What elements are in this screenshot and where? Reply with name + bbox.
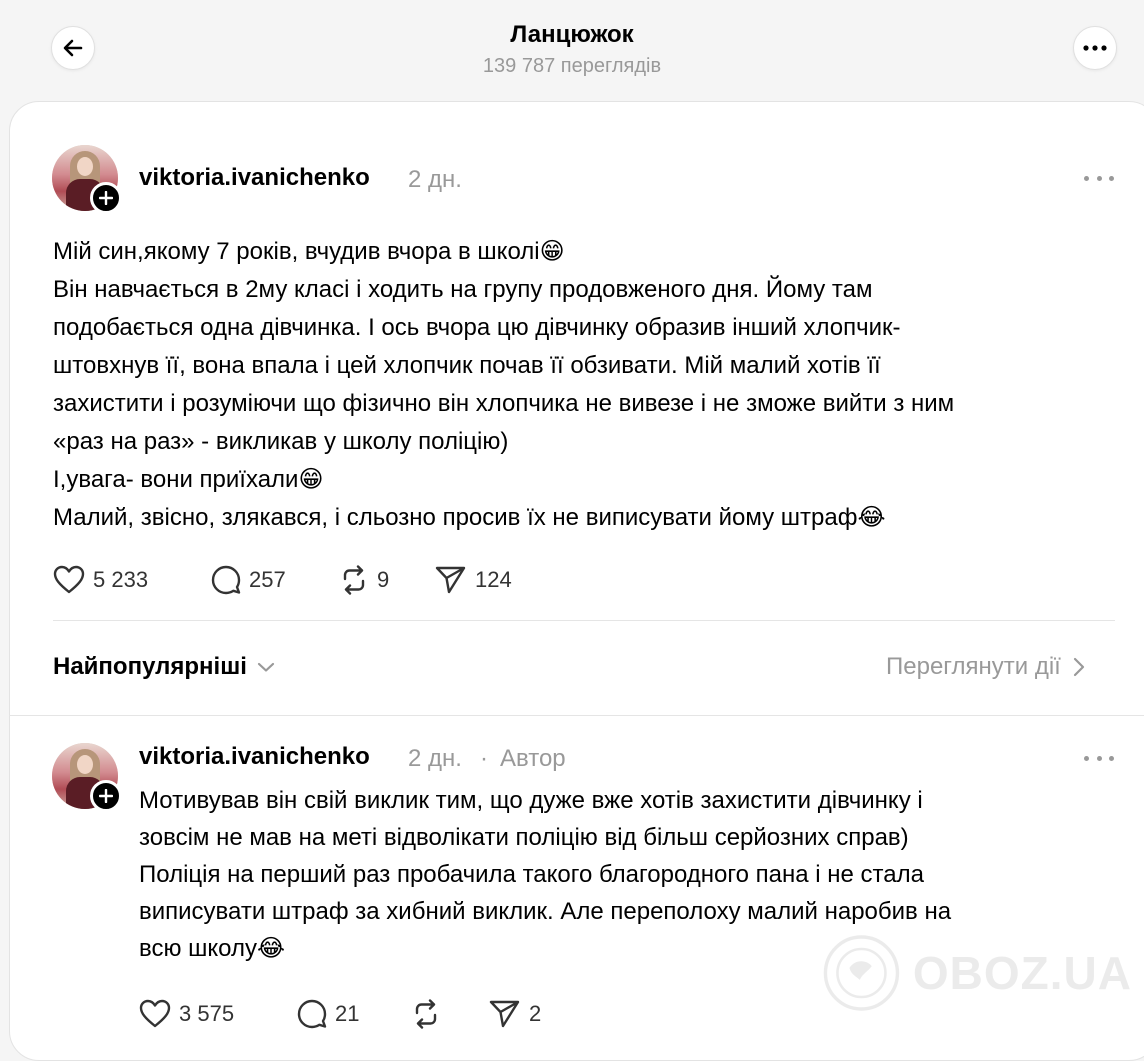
like-count: 5 233 <box>93 567 149 592</box>
repost-button[interactable]: 9 <box>339 563 389 597</box>
repost-count: 9 <box>377 567 390 592</box>
send-paper-plane-icon <box>435 566 466 594</box>
reply-comment-count: 21 <box>335 1001 360 1026</box>
post-line: Він навчається в 2му класі і ходить на г… <box>53 276 873 303</box>
reply-separator: · <box>480 745 488 772</box>
reply-share-button[interactable]: 2 <box>489 997 541 1031</box>
chevron-right-icon <box>1073 657 1084 677</box>
post-line: штовхнув її, вона впала і цей хлопчик по… <box>53 352 881 379</box>
reply-share-count: 2 <box>529 1001 542 1026</box>
reply-time: 2 дн. <box>408 745 462 772</box>
more-options-button[interactable] <box>1073 26 1117 70</box>
post-line: захистити і розуміючи що фізично він хло… <box>53 390 955 417</box>
reply-like-count: 3 575 <box>179 1001 235 1026</box>
top-bar: Ланцюжок 139 787 переглядів <box>0 0 1144 100</box>
reply-follow-plus-button[interactable] <box>90 780 122 812</box>
page-title: Ланцюжок <box>510 21 634 48</box>
reply-username[interactable]: viktoria.ivanichenko <box>139 743 370 771</box>
post-line: І,увага- вони приїхали😁 <box>53 466 324 493</box>
post-username[interactable]: viktoria.ivanichenko <box>139 164 370 192</box>
view-activity-label: Переглянути дії <box>886 653 1061 680</box>
post-line: Малий, звісно, злякався, і сльозно проси… <box>53 504 886 531</box>
like-button[interactable]: 5 233 <box>53 563 148 597</box>
post-actions: 5 233 257 9 124 <box>53 563 553 597</box>
follow-plus-button[interactable] <box>90 182 122 214</box>
reply-line: зовсім не мав на меті відволікати поліці… <box>139 824 909 851</box>
post-body: Мій син,якому 7 років, вчудив вчора в шк… <box>53 233 954 537</box>
divider <box>9 715 1144 716</box>
comment-bubble-icon <box>211 565 241 595</box>
plus-icon <box>99 191 113 205</box>
plus-icon <box>99 789 113 803</box>
post-line: «раз на раз» - викликав у школу поліцію) <box>53 428 509 455</box>
share-count: 124 <box>475 567 512 592</box>
comment-bubble-icon <box>297 999 327 1029</box>
post-time: 2 дн. <box>408 166 462 193</box>
author-tag: Автор <box>500 745 566 772</box>
reply-like-button[interactable]: 3 575 <box>139 997 234 1031</box>
repost-arrows-icon <box>343 565 365 595</box>
repost-arrows-icon <box>415 999 437 1029</box>
send-paper-plane-icon <box>489 1000 520 1028</box>
reply-line: Мотивував він свій виклик тим, що дуже в… <box>139 787 923 814</box>
reply-repost-button[interactable] <box>411 997 441 1031</box>
post-line: подобається одна дівчинка. І ось вчора ц… <box>53 314 901 341</box>
watermark: OBOZ.UA <box>822 923 1132 1023</box>
watermark-text: OBOZ.UA <box>912 947 1132 999</box>
globe-logo-icon <box>823 935 900 1011</box>
comment-count: 257 <box>249 567 286 592</box>
heart-icon <box>139 999 171 1028</box>
reply-actions: 3 575 21 2 <box>139 997 559 1031</box>
reply-more-icon[interactable] <box>1084 748 1114 768</box>
share-button[interactable]: 124 <box>435 563 512 597</box>
view-count: 139 787 переглядів <box>482 55 662 77</box>
heart-icon <box>53 565 85 594</box>
comment-button[interactable]: 257 <box>211 563 286 597</box>
reply-comment-button[interactable]: 21 <box>297 997 359 1031</box>
post-more-icon[interactable] <box>1084 168 1114 188</box>
more-horizontal-icon <box>1083 45 1107 51</box>
divider <box>53 620 1115 621</box>
chevron-down-icon <box>257 662 274 672</box>
view-activity-link[interactable]: Переглянути дії <box>886 653 1085 681</box>
reply-line: Поліція на перший раз пробачила такого б… <box>139 861 924 888</box>
post-line: Мій син,якому 7 років, вчудив вчора в шк… <box>53 238 565 265</box>
sort-dropdown[interactable]: Найпопулярніші <box>53 653 275 681</box>
sort-label: Найпопулярніші <box>53 653 247 680</box>
